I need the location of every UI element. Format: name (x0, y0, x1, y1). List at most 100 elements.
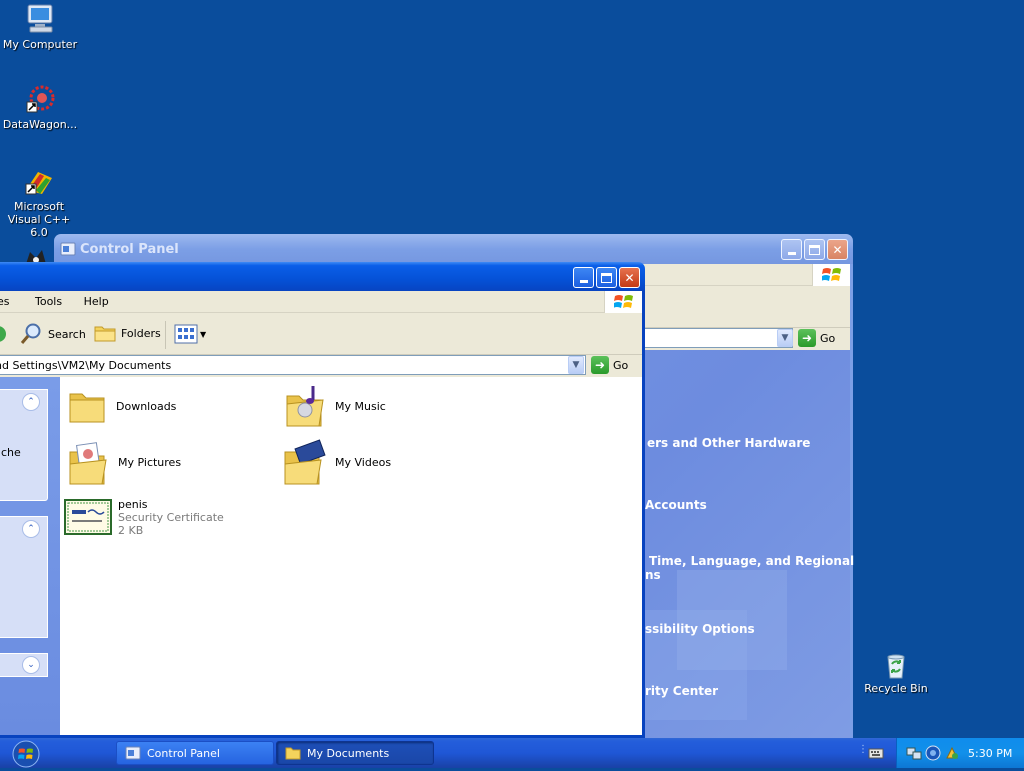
maximize-button[interactable] (596, 267, 617, 288)
up-folder-button[interactable] (0, 324, 8, 344)
close-button[interactable]: ✕ (827, 239, 848, 260)
control-panel-icon (60, 242, 76, 256)
taskbar: Control Panel My Documents ⋮ 5:30 PM (0, 738, 1024, 768)
category-printers-hardware[interactable]: ers and Other Hardware (647, 436, 810, 450)
file-item-my-videos[interactable]: My Videos (281, 438, 391, 486)
minimize-icon (787, 252, 796, 255)
my-documents-titlebar[interactable]: ✕ (0, 262, 645, 292)
minimize-button[interactable] (573, 267, 594, 288)
task-pane: che ⌃ ⌃ ⌄ (0, 377, 60, 735)
views-button[interactable]: ▼ (174, 324, 206, 344)
window-title: Control Panel (80, 242, 179, 257)
search-button[interactable]: Search (20, 322, 86, 346)
search-icon (20, 323, 41, 344)
collapse-button[interactable]: ⌃ (22, 520, 40, 538)
folders-label: Folders (121, 326, 161, 340)
close-button[interactable]: ✕ (619, 267, 640, 288)
file-item-my-pictures[interactable]: My Pictures (66, 438, 181, 486)
chevron-up-icon: ⌃ (27, 397, 35, 407)
taskbar-button-my-documents[interactable]: My Documents (276, 741, 434, 765)
computer-icon (27, 4, 53, 33)
go-button[interactable]: ➜ Go (591, 356, 628, 374)
chevron-down-icon: ▼ (572, 360, 580, 370)
videos-folder-icon (284, 439, 326, 485)
category-security-center[interactable]: rity Center (645, 684, 718, 698)
category-date-time-language-cont[interactable]: ns (645, 568, 661, 582)
desktop-icon-label: Recycle Bin (864, 682, 928, 695)
maximize-icon (809, 244, 820, 255)
chevron-down-icon: ▼ (781, 333, 789, 343)
desktop: { "desktop_icons": [ {"id": "my-computer… (0, 0, 1024, 768)
keyboard-icon (868, 748, 884, 759)
file-name: Downloads (116, 399, 177, 413)
menu-favorites[interactable]: es (0, 291, 17, 312)
expand-button[interactable]: ⌄ (22, 656, 40, 674)
chevron-down-icon: ⌄ (27, 660, 35, 670)
chevron-down-icon: ▼ (200, 329, 207, 339)
category-accessibility-options[interactable]: ssibility Options (645, 622, 755, 636)
search-label: Search (48, 327, 86, 341)
my-documents-toolbar: Search Folders ▼ (0, 313, 642, 355)
menu-tools[interactable]: Tools (28, 291, 69, 312)
folders-icon (94, 326, 116, 342)
keyboard-button[interactable] (868, 746, 884, 760)
go-button[interactable]: ➜ Go (798, 329, 835, 347)
minimize-icon (579, 280, 588, 283)
file-name: My Videos (335, 455, 392, 469)
address-input[interactable]: nd Settings\VM2\My Documents (0, 355, 586, 375)
file-type: Security Certificate (118, 511, 224, 524)
control-panel-titlebar[interactable]: Control Panel ✕ (54, 234, 853, 264)
music-folder-icon (286, 386, 324, 427)
chevron-up-icon: ⌃ (27, 524, 35, 534)
clock[interactable]: 5:30 PM (968, 747, 1012, 760)
desktop-icon-datawagon[interactable]: DataWagon... (0, 84, 80, 131)
close-icon: ✕ (624, 270, 635, 285)
windows-logo-icon (604, 291, 642, 313)
file-name: My Pictures (118, 455, 182, 469)
datawagon-icon (26, 85, 55, 113)
pictures-folder-icon (69, 442, 107, 485)
go-label: Go (613, 358, 629, 372)
maximize-button[interactable] (804, 239, 825, 260)
address-dropdown-button[interactable]: ▼ (777, 329, 793, 347)
control-panel-icon (125, 746, 141, 760)
toolbar-separator (165, 321, 166, 349)
toolbar-grip[interactable]: ⋮ (858, 744, 868, 755)
up-arrow-icon (0, 326, 6, 342)
address-dropdown-button[interactable]: ▼ (568, 356, 584, 374)
update-icon[interactable] (944, 745, 960, 761)
close-icon: ✕ (832, 242, 843, 257)
desktop-icon-visual-cpp[interactable]: Microsoft Visual C++ 6.0 (0, 168, 79, 239)
menu-help[interactable]: Help (77, 291, 116, 312)
desktop-icon-recycle-bin[interactable]: Recycle Bin (856, 650, 936, 695)
folder-icon (285, 747, 301, 760)
recycle-bin-icon (887, 654, 905, 679)
file-item-certificate[interactable]: penis Security Certificate 2 KB (64, 498, 224, 537)
desktop-icon-label: My Computer (2, 38, 78, 51)
file-view (60, 377, 642, 735)
start-button[interactable] (8, 740, 44, 768)
go-arrow-icon: ➜ (591, 356, 609, 374)
views-icon (174, 324, 198, 344)
shield-icon[interactable] (925, 745, 941, 761)
category-date-time-language[interactable]: Time, Language, and Regional (649, 554, 854, 568)
category-user-accounts[interactable]: Accounts (645, 498, 707, 512)
file-item-my-music[interactable]: My Music (283, 382, 386, 430)
maximize-icon (601, 272, 612, 283)
file-size: 2 KB (118, 524, 144, 537)
collapse-button[interactable]: ⌃ (22, 393, 40, 411)
taskbar-button-control-panel[interactable]: Control Panel (116, 741, 274, 765)
task-pane-text: che (1, 446, 21, 459)
file-item-downloads[interactable]: Downloads (66, 384, 176, 428)
taskbar-button-label: Control Panel (147, 746, 220, 760)
windows-logo-icon (812, 264, 850, 286)
file-name: My Music (335, 399, 386, 413)
network-icon[interactable] (906, 745, 922, 761)
minimize-button[interactable] (781, 239, 802, 260)
folder-icon (69, 393, 105, 423)
visual-studio-icon (25, 172, 52, 195)
folders-button[interactable]: Folders (93, 322, 161, 344)
windows-start-icon (12, 740, 40, 768)
desktop-icon-my-computer[interactable]: My Computer (0, 2, 80, 51)
my-documents-menubar: es Tools Help (0, 291, 642, 313)
